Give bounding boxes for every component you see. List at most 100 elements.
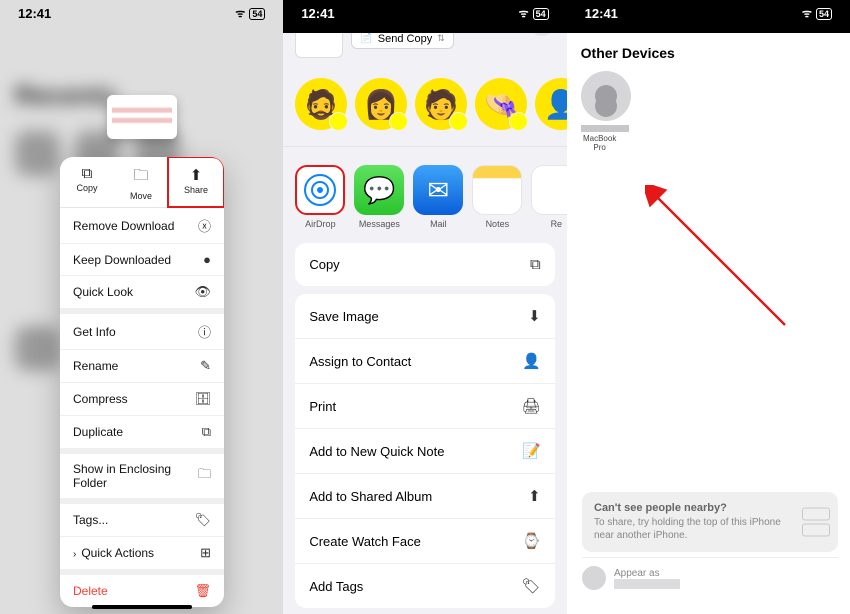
home-indicator[interactable] (92, 605, 192, 609)
actions-card: Save Image⬇ Assign to Contact👤 Print🖨 Ad… (295, 294, 554, 608)
appear-as-row[interactable]: Appear as (582, 557, 838, 590)
status-icons: ᯤ 54 (235, 6, 265, 21)
copy-icon: ⧉ (60, 165, 114, 182)
pencil-icon: ✎ (200, 358, 211, 374)
chevron-right-icon: › (73, 549, 76, 560)
tags-item[interactable]: Tags...🏷 (60, 504, 224, 537)
airdrop-app[interactable]: AirDrop (295, 165, 345, 229)
files-context-menu-panel: Recents 12:41 ᯤ 54 ⧉Copy 🗀Move ⬆Share Re… (0, 0, 283, 614)
status-bar: 12:41 ᯤ 54 (567, 0, 850, 33)
get-info-item[interactable]: Get Infoⓘ (60, 314, 224, 350)
move-action[interactable]: 🗀Move (114, 157, 168, 207)
appear-name-censored (614, 579, 680, 589)
trash-icon: 🗑 (194, 583, 211, 599)
device-avatar (581, 71, 631, 121)
status-bar: 12:41 ᯤ 54 (0, 0, 283, 21)
phone-illustration (802, 508, 830, 537)
reminders-app[interactable]: Re (531, 165, 566, 229)
top-action-row: ⧉Copy 🗀Move ⬆Share (60, 157, 224, 208)
device-name-censored (581, 125, 629, 132)
download-icon: ● (203, 252, 211, 267)
watch-face-row[interactable]: Create Watch Face⌚ (295, 519, 554, 564)
folder-icon: 🗀 (114, 165, 168, 190)
duplicate-item[interactable]: Duplicate⧉ (60, 416, 224, 448)
status-bar: 12:41 ᯤ 54 (283, 0, 566, 33)
tag-icon: 🏷 (194, 512, 211, 528)
duplicate-icon: ⧉ (202, 424, 211, 440)
add-tags-row[interactable]: Add Tags🏷 (295, 564, 554, 608)
notes-app[interactable]: Notes (472, 165, 522, 229)
updown-icon: ⇅ (437, 33, 445, 44)
status-icons: ᯤ 54 (802, 6, 832, 21)
status-time: 12:41 (585, 6, 618, 21)
contact-icon: 👤 (522, 352, 541, 370)
device-label: MacBook Pro (581, 134, 619, 152)
hint-card: Can't see people nearby? To share, try h… (582, 492, 838, 552)
tags-icon: 🏷 (522, 577, 541, 595)
section-title: Other Devices (567, 41, 850, 71)
share-icon: ⬆ (169, 166, 223, 184)
messages-icon: 💬 (354, 165, 404, 215)
copy-row[interactable]: Copy⧉ (295, 243, 554, 286)
app-row: AirDrop 💬Messages ✉Mail Notes Re (283, 146, 566, 243)
status-time: 12:41 (18, 6, 51, 21)
keep-downloaded-item[interactable]: Keep Downloaded● (60, 244, 224, 276)
messages-app[interactable]: 💬Messages (354, 165, 404, 229)
battery-icon: 54 (816, 8, 832, 20)
appear-label: Appear as (614, 568, 680, 579)
print-row[interactable]: Print🖨 (295, 384, 554, 429)
appear-avatar (582, 566, 606, 590)
battery-icon: 54 (533, 8, 549, 20)
info-icon: ⓘ (198, 322, 211, 341)
mail-app[interactable]: ✉Mail (413, 165, 463, 229)
hint-body: To share, try holding the top of this iP… (594, 516, 784, 542)
reminders-icon (531, 165, 566, 215)
contact-avatar[interactable]: 👤 (535, 78, 566, 130)
quick-look-item[interactable]: Quick Look👁 (60, 276, 224, 308)
archive-icon: 🗄 (194, 391, 211, 407)
contacts-row[interactable]: 🧔 👩 🧑 👒 👤 (283, 68, 566, 146)
delete-item[interactable]: Delete🗑 (60, 575, 224, 607)
compress-item[interactable]: Compress🗄 (60, 383, 224, 416)
context-menu: ⧉Copy 🗀Move ⬆Share Remove Downloadⓧ Keep… (60, 157, 224, 607)
share-action[interactable]: ⬆Share (167, 157, 224, 208)
wifi-icon: ᯤ (519, 6, 529, 21)
contact-avatar[interactable]: 🧔 (295, 78, 347, 130)
copy-icon: ⧉ (530, 256, 541, 273)
album-icon: ⬆ (528, 487, 541, 505)
doc-icon: 📄 (360, 33, 372, 44)
savedown-icon: ⬇ (528, 307, 541, 325)
shared-album-row[interactable]: Add to Shared Album⬆ (295, 474, 554, 519)
eye-icon: 👁 (194, 284, 211, 300)
file-thumbnail[interactable] (107, 95, 177, 139)
contact-avatar[interactable]: 👒 (475, 78, 527, 130)
print-icon: 🖨 (522, 397, 541, 415)
wifi-icon: ᯤ (235, 6, 245, 21)
wifi-icon: ᯤ (802, 6, 812, 21)
airdrop-icon (304, 174, 336, 206)
assign-contact-row[interactable]: Assign to Contact👤 (295, 339, 554, 384)
status-time: 12:41 (301, 6, 334, 21)
mail-icon: ✉ (413, 165, 463, 215)
copy-action[interactable]: ⧉Copy (60, 157, 114, 207)
battery-icon: 54 (249, 8, 265, 20)
xcircle-icon: ⓧ (198, 216, 211, 235)
share-sheet-panel: 12:41 ᯤ 54 Screenshot 2024-08-22 at... 📄… (283, 0, 566, 614)
airdrop-device[interactable]: MacBook Pro (567, 71, 633, 152)
hint-title: Can't see people nearby? (594, 502, 784, 514)
folder-icon: 🗀 (198, 465, 211, 487)
quick-note-row[interactable]: Add to New Quick Note📝 (295, 429, 554, 474)
contact-avatar[interactable]: 👩 (355, 78, 407, 130)
note-icon: 📝 (522, 442, 541, 460)
quick-actions-item[interactable]: ›Quick Actions⊞ (60, 537, 224, 569)
grid-icon: ⊞ (200, 545, 211, 561)
status-icons: ᯤ 54 (519, 6, 549, 21)
show-enclosing-item[interactable]: Show in Enclosing Folder🗀 (60, 454, 224, 498)
remove-download-item[interactable]: Remove Downloadⓧ (60, 208, 224, 244)
rename-item[interactable]: Rename✎ (60, 350, 224, 383)
watch-icon: ⌚ (522, 532, 541, 550)
notes-icon (472, 165, 522, 215)
save-image-row[interactable]: Save Image⬇ (295, 294, 554, 339)
copy-card: Copy⧉ (295, 243, 554, 286)
contact-avatar[interactable]: 🧑 (415, 78, 467, 130)
